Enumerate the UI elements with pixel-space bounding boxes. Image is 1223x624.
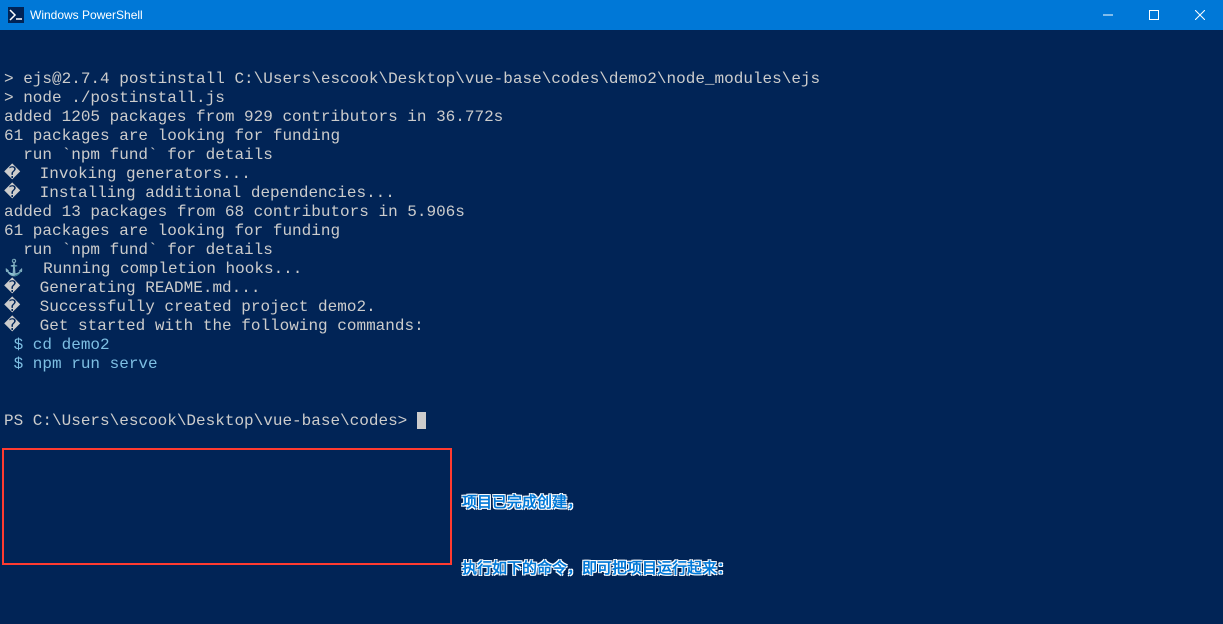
terminal-line: � Invoking generators... — [4, 165, 1219, 184]
annotation-line-2: 执行如下的命令，即可把项目运行起来： — [462, 558, 732, 580]
minimize-button[interactable] — [1085, 0, 1131, 30]
terminal-line: $ npm run serve — [4, 355, 1219, 374]
annotation-text: 项目已完成创建， 执行如下的命令，即可把项目运行起来： — [462, 448, 732, 624]
terminal-line: � Successfully created project demo2. — [4, 298, 1219, 317]
titlebar: Windows PowerShell — [0, 0, 1223, 30]
prompt-text: PS C:\Users\escook\Desktop\vue-base\code… — [4, 412, 417, 430]
terminal-line: run `npm fund` for details — [4, 241, 1219, 260]
terminal-line: $ cd demo2 — [4, 336, 1219, 355]
terminal-line: � Get started with the following command… — [4, 317, 1219, 336]
terminal-line: > node ./postinstall.js — [4, 89, 1219, 108]
terminal-line: � Installing additional dependencies... — [4, 184, 1219, 203]
terminal-line: added 1205 packages from 929 contributor… — [4, 108, 1219, 127]
highlight-box — [2, 448, 452, 565]
close-button[interactable] — [1177, 0, 1223, 30]
terminal-line: run `npm fund` for details — [4, 146, 1219, 165]
terminal-line: 61 packages are looking for funding — [4, 222, 1219, 241]
terminal-line: > ejs@2.7.4 postinstall C:\Users\escook\… — [4, 70, 1219, 89]
annotation-line-1: 项目已完成创建， — [462, 492, 732, 514]
prompt-line[interactable]: PS C:\Users\escook\Desktop\vue-base\code… — [4, 412, 1219, 431]
terminal-line: 61 packages are looking for funding — [4, 127, 1219, 146]
terminal-output[interactable]: > ejs@2.7.4 postinstall C:\Users\escook\… — [0, 30, 1223, 579]
window-title: Windows PowerShell — [30, 8, 1085, 22]
window-controls — [1085, 0, 1223, 30]
cursor — [417, 412, 426, 429]
terminal-line: added 13 packages from 68 contributors i… — [4, 203, 1219, 222]
terminal-line: ⚓ Running completion hooks... — [4, 260, 1219, 279]
maximize-button[interactable] — [1131, 0, 1177, 30]
powershell-icon — [8, 7, 24, 23]
terminal-line: � Generating README.md... — [4, 279, 1219, 298]
